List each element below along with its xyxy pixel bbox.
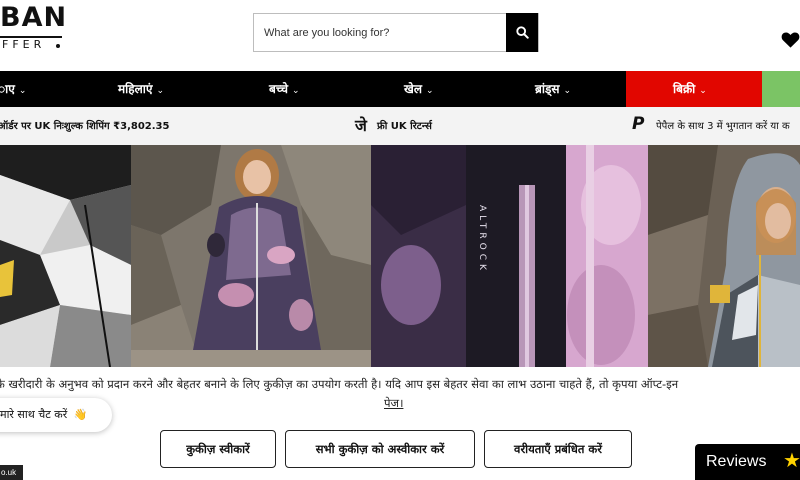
cookie-consent-text: के खरीदारी के अनुभव को प्रदान करने और बे… <box>0 377 679 391</box>
product-image-fleece-closeup[interactable]: ALTROCK <box>371 145 648 367</box>
search-bar <box>253 13 539 52</box>
status-url-tag: o.uk <box>0 465 23 480</box>
reject-cookies-button[interactable]: सभी कुकीज़ को अस्वीकार करें <box>285 430 475 468</box>
purple-robe-model-image <box>131 145 371 367</box>
logo-main-text: BAN <box>0 2 68 33</box>
product-image-geometric-jacket[interactable] <box>0 145 131 367</box>
garment-brand-text: ALTROCK <box>477 205 487 274</box>
paypal-icon: P <box>632 114 645 134</box>
geometric-jacket-image <box>0 145 131 367</box>
nav-item-kids[interactable]: बच्चे ⌄ <box>269 71 300 107</box>
accept-cookies-button[interactable]: कुकीज़ स्वीकारें <box>160 430 276 468</box>
usp-free-shipping: ऑर्डर पर UK निःशुल्क शिपिंग ₹3,802.35 <box>0 121 170 132</box>
hooded-jacket-model-image <box>648 145 800 367</box>
chevron-down-icon: ⌄ <box>563 86 572 96</box>
returns-icon: जे <box>355 116 367 135</box>
search-icon <box>515 26 529 39</box>
nav-item-label: ब्रांड्स <box>535 82 560 96</box>
cookie-policy-link[interactable]: पेज। <box>384 396 403 411</box>
star-icon: ★ <box>783 450 800 472</box>
chevron-down-icon: ⌄ <box>699 86 707 96</box>
product-image-hooded-jacket-model[interactable] <box>648 145 800 367</box>
nav-item-sports[interactable]: खेल ⌄ <box>404 71 434 107</box>
nav-item-sale[interactable]: बिक्री ⌄ <box>673 71 707 107</box>
accept-cookies-label: कुकीज़ स्वीकारें <box>186 441 250 456</box>
nav-item-label: महिलाएं <box>118 82 153 96</box>
waving-hand-icon: 👋 <box>73 408 88 421</box>
reject-cookies-label: सभी कुकीज़ को अस्वीकार करें <box>315 441 445 456</box>
manage-preferences-label: वरीयताएँ प्रबंधित करें <box>514 441 602 456</box>
reviews-label: Reviews <box>706 453 767 470</box>
search-button[interactable] <box>506 13 538 52</box>
chat-widget-button[interactable]: मारे साथ चैट करें 👋 <box>0 398 112 432</box>
chat-label: मारे साथ चैट करें <box>0 408 68 421</box>
product-image-purple-robe-model[interactable] <box>131 145 371 367</box>
logo-sub-text: FFER <box>2 38 46 51</box>
wishlist-heart-icon[interactable] <box>781 30 800 50</box>
chevron-down-icon: ⌄ <box>292 86 300 96</box>
nav-item-label: बिक्री <box>673 82 696 96</box>
chevron-down-icon: ⌄ <box>425 86 434 96</box>
reviews-widget-button[interactable]: Reviews ★ <box>695 444 800 480</box>
nav-item-label: ाए <box>0 82 15 96</box>
chevron-down-icon: ⌄ <box>18 86 27 96</box>
usp-paypal: पेपैल के साथ 3 में भुगतान करें या क <box>656 121 790 132</box>
nav-item-men[interactable]: ाए ⌄ <box>0 71 26 107</box>
manage-preferences-button[interactable]: वरीयताएँ प्रबंधित करें <box>484 430 632 468</box>
main-navigation: ाए ⌄ महिलाएं ⌄ बच्चे ⌄ खेल ⌄ ब्रांड्स ⌄ बिक्र… <box>0 71 800 107</box>
search-input[interactable] <box>254 14 508 51</box>
fleece-closeup-image <box>371 145 648 367</box>
product-image-strip: ALTROCK <box>0 145 800 367</box>
chevron-down-icon: ⌄ <box>156 86 165 96</box>
logo-dot <box>56 44 60 48</box>
usp-free-returns: फ्री UK रिटर्न्स <box>377 121 432 132</box>
usp-bar: ऑर्डर पर UK निःशुल्क शिपिंग ₹3,802.35 जे… <box>0 107 800 145</box>
site-logo[interactable]: BAN FFER <box>0 0 70 62</box>
nav-item-label: खेल <box>404 82 422 96</box>
nav-extra-tab[interactable] <box>762 71 800 107</box>
site-header: BAN FFER <box>0 0 800 70</box>
nav-item-women[interactable]: महिलाएं ⌄ <box>118 71 164 107</box>
nav-item-brands[interactable]: ब्रांड्स ⌄ <box>535 71 571 107</box>
nav-item-label: बच्चे <box>269 82 288 96</box>
